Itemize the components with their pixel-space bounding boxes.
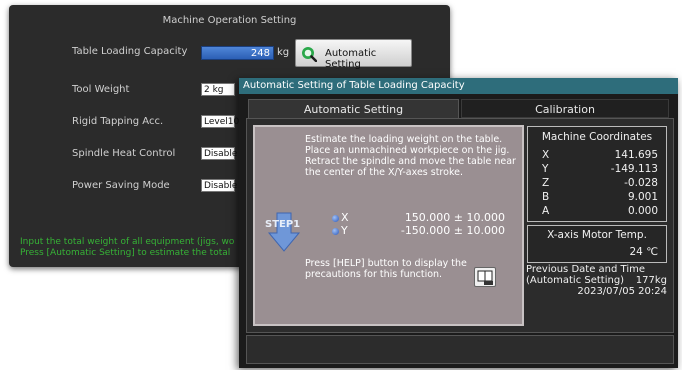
- guidance-line-2: Press [Automatic Setting] to estimate th…: [20, 248, 231, 258]
- previous-datetime: 2023/07/05 20:24: [577, 286, 667, 297]
- search-icon: [302, 47, 317, 62]
- instruction-panel: Estimate the loading weight on the table…: [253, 125, 524, 326]
- dialog-title: Automatic Setting of Table Loading Capac…: [239, 78, 678, 94]
- motor-temp-panel: X-axis Motor Temp. 24 ℃: [527, 225, 667, 263]
- coord-axis: X: [542, 149, 550, 161]
- spindle-heat-control-field[interactable]: Disable: [201, 147, 237, 160]
- previous-title: Previous Date and Time: [526, 264, 645, 275]
- guidance-line-1: Input the total weight of all equipment …: [20, 237, 235, 247]
- setting-label-tool-weight: Tool Weight: [72, 84, 130, 95]
- axis-y-indicator-icon: [332, 227, 339, 235]
- automatic-setting-button[interactable]: Automatic Setting: [295, 39, 412, 70]
- axis-target-x: X 150.000 ± 10.000: [332, 211, 505, 224]
- step-arrow-icon: [267, 212, 301, 252]
- machine-coordinates-panel: Machine Coordinates X 141.695 Y -149.113…: [527, 126, 667, 222]
- previous-setting-info: Previous Date and Time (Automatic Settin…: [526, 264, 667, 297]
- instruction-text: Estimate the loading weight on the table…: [305, 134, 516, 178]
- machine-coordinates-title: Machine Coordinates: [541, 131, 653, 143]
- help-button[interactable]: [474, 267, 496, 287]
- power-saving-mode-field[interactable]: Disable: [201, 179, 237, 192]
- tab-automatic-setting[interactable]: Automatic Setting: [248, 99, 459, 118]
- coord-axis: A: [542, 205, 550, 217]
- automatic-setting-dialog: Automatic Setting of Table Loading Capac…: [239, 78, 678, 368]
- previous-mode-row: (Automatic Setting) 177kg: [526, 275, 667, 286]
- coord-axis: Y: [542, 163, 549, 175]
- axis-y-target: -150.000 ± 10.000: [400, 224, 505, 237]
- coord-value: 141.695: [614, 149, 658, 161]
- table-loading-capacity-field[interactable]: 248: [201, 46, 274, 60]
- axis-x-name: X: [341, 211, 349, 224]
- dialog-bottom-bar: [246, 335, 674, 364]
- coord-axis: Z: [542, 177, 550, 189]
- tab-calibration[interactable]: Calibration: [461, 99, 669, 118]
- setting-label-spindle-heat-control: Spindle Heat Control: [72, 148, 176, 159]
- capacity-unit: kg: [277, 47, 290, 58]
- rigid-tapping-field[interactable]: Level10: [201, 115, 239, 128]
- help-message: Press [HELP] button to display the preca…: [305, 258, 467, 280]
- tool-weight-field[interactable]: 2 kg: [201, 83, 235, 96]
- axis-target-y: Y -150.000 ± 10.000: [332, 224, 505, 237]
- guidance-message: Input the total weight of all equipment …: [20, 237, 240, 259]
- setting-label-table-loading-capacity: Table Loading Capacity: [72, 46, 188, 57]
- coord-value: 0.000: [627, 205, 658, 217]
- step-label: STEP1: [265, 219, 301, 230]
- motor-temp-title: X-axis Motor Temp.: [547, 229, 647, 241]
- axis-y-name: Y: [341, 224, 348, 237]
- coord-value: -0.028: [624, 177, 658, 189]
- window-title: Machine Operation Setting: [162, 15, 297, 26]
- previous-weight: 177kg: [635, 275, 667, 286]
- coord-value: -149.113: [610, 163, 658, 175]
- motor-temp-value: 24 ℃: [629, 246, 659, 258]
- previous-mode: (Automatic Setting): [526, 275, 625, 286]
- setting-label-rigid-tapping: Rigid Tapping Acc.: [72, 116, 164, 127]
- setting-label-power-saving-mode: Power Saving Mode: [72, 180, 170, 191]
- axis-x-target: 150.000 ± 10.000: [404, 211, 505, 224]
- help-book-icon: [477, 270, 493, 285]
- coord-value: 9.001: [627, 191, 658, 203]
- axis-x-indicator-icon: [332, 214, 339, 222]
- coord-axis: B: [542, 191, 550, 203]
- automatic-setting-label: Automatic Setting: [325, 48, 377, 70]
